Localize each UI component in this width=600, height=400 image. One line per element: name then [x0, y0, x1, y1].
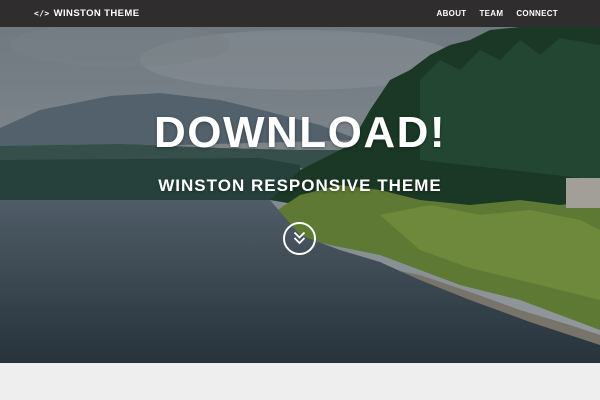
nav-link-team[interactable]: TEAM — [479, 9, 503, 18]
nav-menu: ABOUT TEAM CONNECT — [424, 0, 558, 27]
nav-link-about[interactable]: ABOUT — [437, 9, 467, 18]
content-section-top — [0, 363, 600, 400]
brand-name: WINSTON THEME — [53, 8, 140, 19]
double-chevron-down-icon — [293, 231, 306, 245]
brand-logo-link[interactable]: </> WINSTON THEME — [34, 0, 139, 27]
hero-headline: DOWNLOAD! — [153, 108, 447, 157]
nav-link-connect[interactable]: CONNECT — [516, 9, 558, 18]
hero-subheadline: WINSTON RESPONSIVE THEME — [158, 176, 442, 195]
top-navbar: </> WINSTON THEME ABOUT TEAM CONNECT — [0, 0, 600, 27]
code-icon: </> — [34, 9, 50, 18]
scroll-down-button[interactable] — [283, 222, 316, 255]
